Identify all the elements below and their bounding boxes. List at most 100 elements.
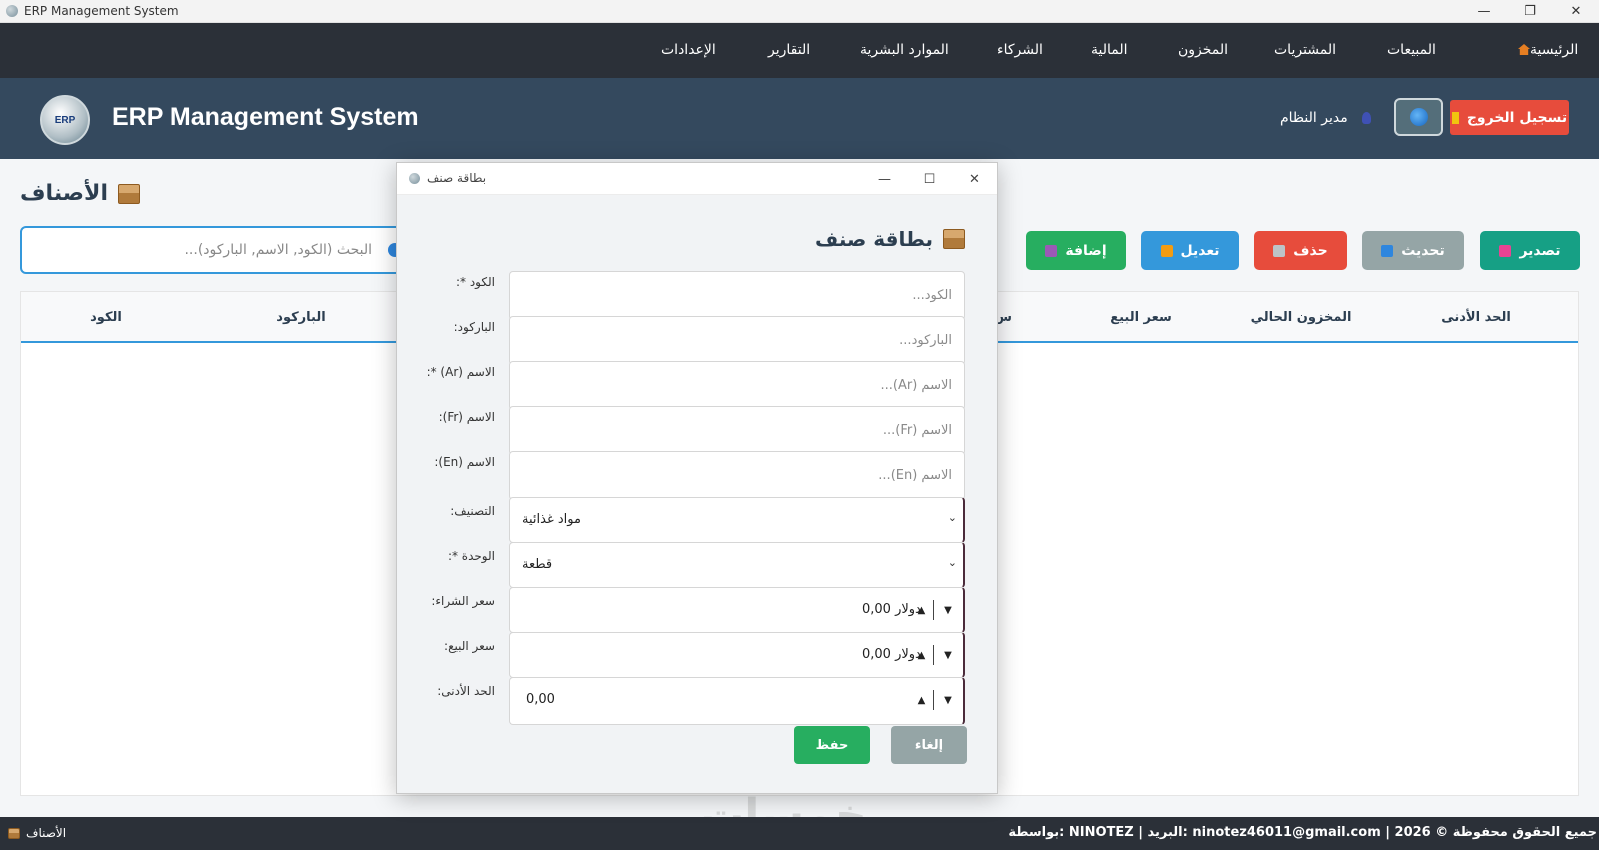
- min-qty-spinbox[interactable]: 0,00 ▲ ▼: [509, 677, 965, 725]
- unit-select[interactable]: قطعة ⌄: [509, 542, 965, 588]
- pencil-icon: [1160, 244, 1173, 257]
- user-icon: [1362, 112, 1371, 124]
- dialog-heading: بطاقة صنف: [815, 227, 965, 251]
- save-button[interactable]: حفظ: [794, 726, 870, 764]
- nav-item-purchases[interactable]: المشتريات: [1274, 23, 1336, 78]
- main-nav: الرئيسية المبيعات المشتريات المخزون الما…: [0, 23, 1599, 78]
- add-button[interactable]: إضافة: [1026, 231, 1126, 270]
- delete-button[interactable]: حذف: [1254, 231, 1347, 270]
- name-ar-input[interactable]: [509, 361, 965, 410]
- spin-down-icon[interactable]: ▼: [936, 600, 960, 620]
- purchase-price-label: سعر الشراء:: [431, 594, 495, 608]
- name-en-input[interactable]: [509, 451, 965, 500]
- barcode-label: الباركود:: [453, 320, 495, 334]
- minimize-icon[interactable]: —: [862, 163, 907, 195]
- item-card-dialog: بطاقة صنف — ☐ ✕ بطاقة صنف الكود *: البار…: [396, 162, 998, 794]
- window-controls: — ❐ ✕: [1461, 0, 1599, 23]
- nav-item-inventory[interactable]: المخزون: [1178, 23, 1228, 78]
- code-input[interactable]: [509, 271, 965, 320]
- nav-home-label: الرئيسية: [1530, 42, 1579, 58]
- name-ar-label: الاسم (Ar) *:: [426, 365, 495, 379]
- spin-up-icon[interactable]: ▲: [910, 600, 934, 620]
- close-icon[interactable]: ✕: [952, 163, 997, 195]
- user-name: مدير النظام: [1280, 110, 1348, 126]
- header-title: ERP Management System: [112, 103, 419, 131]
- refresh-label: تحديث: [1401, 242, 1445, 259]
- refresh-button[interactable]: تحديث: [1362, 231, 1464, 270]
- nav-item-home[interactable]: الرئيسية: [1512, 23, 1578, 78]
- page-title: الأصناف: [20, 181, 140, 206]
- logout-button[interactable]: تسجيل الخروج: [1450, 100, 1569, 135]
- window-titlebar: ERP Management System — ❐ ✕: [0, 0, 1599, 23]
- spin-up-icon[interactable]: ▲: [910, 690, 934, 710]
- export-button[interactable]: تصدير: [1480, 231, 1580, 270]
- dialog-window-title: بطاقة صنف: [427, 171, 487, 185]
- dialog-app-icon: [409, 173, 420, 184]
- search-input[interactable]: [20, 226, 420, 274]
- unit-label: الوحدة *:: [447, 549, 495, 563]
- app-header: ERP ERP Management System مدير النظام تس…: [0, 78, 1599, 159]
- code-label: الكود *:: [455, 275, 495, 289]
- package-icon: [943, 229, 965, 249]
- globe-icon: [1409, 108, 1428, 126]
- close-icon[interactable]: ✕: [1553, 0, 1599, 23]
- name-fr-label: الاسم (Fr):: [438, 410, 495, 424]
- spin-down-icon[interactable]: ▼: [936, 645, 960, 665]
- purchase-price-spinbox[interactable]: 0,00 دولار ▲ ▼: [509, 587, 965, 633]
- column-header-min[interactable]: الحد الأدنى: [1401, 292, 1551, 343]
- footer-credits: بواسطة: NINOTEZ | البريد: ninotez46011@g…: [1008, 825, 1597, 840]
- refresh-icon: [1381, 244, 1394, 257]
- dialog-heading-label: بطاقة صنف: [815, 227, 933, 251]
- delete-label: حذف: [1293, 242, 1328, 259]
- maximize-icon[interactable]: ☐: [907, 163, 952, 195]
- window-title: ERP Management System: [24, 4, 179, 18]
- barcode-input[interactable]: [509, 316, 965, 365]
- category-value: مواد غذائية: [522, 512, 581, 527]
- dialog-window-controls: — ☐ ✕: [862, 163, 997, 195]
- nav-item-partners[interactable]: الشركاء: [997, 23, 1043, 78]
- status-bar: الأصناف بواسطة: NINOTEZ | البريد: ninote…: [0, 817, 1599, 850]
- nav-item-sales[interactable]: المبيعات: [1387, 23, 1436, 78]
- min-qty-label: الحد الأدنى:: [437, 684, 495, 698]
- nav-item-reports[interactable]: التقارير: [768, 23, 810, 78]
- edit-button[interactable]: تعديل: [1141, 231, 1239, 270]
- category-label: التصنيف:: [450, 504, 495, 518]
- add-label: إضافة: [1065, 242, 1107, 259]
- status-section-label: الأصناف: [26, 826, 67, 840]
- logout-label: تسجيل الخروج: [1466, 109, 1568, 126]
- app-icon: [6, 5, 18, 17]
- plus-icon: [1045, 244, 1058, 257]
- spin-up-icon[interactable]: ▲: [910, 645, 934, 665]
- package-icon: [8, 827, 20, 839]
- name-fr-input[interactable]: [509, 406, 965, 455]
- package-icon: [117, 183, 140, 204]
- status-section: الأصناف: [8, 826, 66, 840]
- column-header-barcode[interactable]: الباركود: [221, 292, 381, 343]
- unit-value: قطعة: [522, 557, 553, 572]
- page-title-label: الأصناف: [20, 181, 108, 206]
- door-icon: [1451, 111, 1459, 124]
- edit-label: تعديل: [1180, 242, 1220, 259]
- language-button[interactable]: [1394, 98, 1443, 136]
- nav-item-settings[interactable]: الإعدادات: [661, 23, 716, 78]
- minimize-icon[interactable]: —: [1461, 0, 1507, 23]
- column-header-code[interactable]: الكود: [61, 292, 151, 343]
- chevron-down-icon: ⌄: [947, 511, 957, 524]
- column-header-sale-price[interactable]: سعر البيع: [1081, 292, 1201, 343]
- category-select[interactable]: مواد غذائية ⌄: [509, 497, 965, 543]
- column-header-stock[interactable]: المخزون الحالي: [1221, 292, 1381, 343]
- chevron-down-icon: ⌄: [947, 556, 957, 569]
- cancel-button[interactable]: إلغاء: [891, 726, 967, 764]
- nav-item-hr[interactable]: الموارد البشرية: [860, 23, 949, 78]
- min-qty-value: 0,00: [526, 692, 555, 707]
- sale-price-label: سعر البيع:: [444, 639, 495, 653]
- export-icon: [1499, 244, 1512, 257]
- sale-price-spinbox[interactable]: 0,00 دولار ▲ ▼: [509, 632, 965, 678]
- logo: ERP: [40, 95, 90, 145]
- name-en-label: الاسم (En):: [434, 455, 495, 469]
- restore-icon[interactable]: ❐: [1507, 0, 1553, 23]
- home-icon: [1518, 44, 1530, 55]
- spin-down-icon[interactable]: ▼: [936, 690, 960, 710]
- export-label: تصدير: [1519, 242, 1561, 259]
- nav-item-finance[interactable]: المالية: [1091, 23, 1128, 78]
